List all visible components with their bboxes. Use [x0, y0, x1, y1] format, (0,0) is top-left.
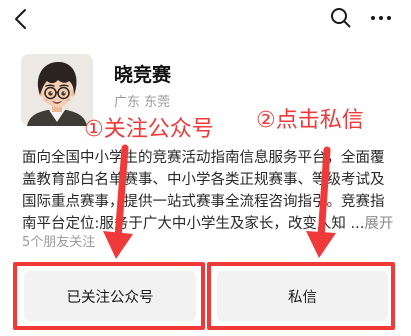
search-icon[interactable] — [330, 7, 352, 29]
avatar-blush — [43, 98, 48, 102]
friends-following-count[interactable]: 5个朋友关注 — [22, 234, 95, 252]
more-dots-icon[interactable] — [370, 14, 392, 22]
avatar[interactable] — [21, 54, 93, 126]
description-line: 面向全国中小学生的竞赛活动指南信息服务平台，全面覆 — [22, 150, 385, 166]
more-dot — [379, 16, 383, 20]
account-description: 面向全国中小学生的竞赛活动指南信息服务平台，全面覆 盖教育部白名单赛事、中小学各… — [22, 147, 407, 235]
description-line: 盖教育部白名单赛事、中小学各类正规赛事、等级考试及 — [22, 172, 385, 188]
annotation-step1-label: ①关注公众号 — [84, 117, 214, 142]
description-text: 南平台定位:服务于广大中小学生及家长，改变人知 ... — [22, 216, 365, 232]
description-line: 国际重点赛事，提供一站式赛事全流程咨询指引。竞赛指 — [22, 194, 385, 210]
arrow-head — [306, 231, 336, 258]
avatar-blush — [66, 98, 71, 102]
description-line-last: 南平台定位:服务于广大中小学生及家长，改变人知 ...展开 — [22, 213, 407, 235]
account-location: 广东 东莞 — [114, 95, 171, 110]
avatar-eye-highlight — [50, 92, 52, 94]
avatar-eye — [48, 91, 53, 96]
top-nav-bar — [0, 0, 411, 40]
avatar-eye-highlight — [63, 92, 65, 94]
annotation-step2-label: ②点击私信 — [256, 108, 364, 133]
account-name: 晓竞赛 — [114, 64, 172, 86]
expand-link[interactable]: 展开 — [364, 216, 393, 232]
message-button[interactable]: 私信 — [217, 271, 388, 321]
search-handle — [343, 20, 351, 28]
avatar-eyebrow — [45, 84, 55, 87]
followed-button[interactable]: 已关注公众号 — [24, 271, 196, 321]
more-dot — [387, 16, 391, 20]
more-dot — [371, 16, 375, 20]
action-bar: 已关注公众号 私信 — [0, 262, 411, 336]
chevron-left-icon[interactable] — [12, 8, 30, 30]
arrow-head — [103, 231, 133, 259]
avatar-eye — [61, 91, 66, 96]
chevron-left-shape — [15, 9, 26, 29]
avatar-eyebrow — [59, 84, 69, 87]
